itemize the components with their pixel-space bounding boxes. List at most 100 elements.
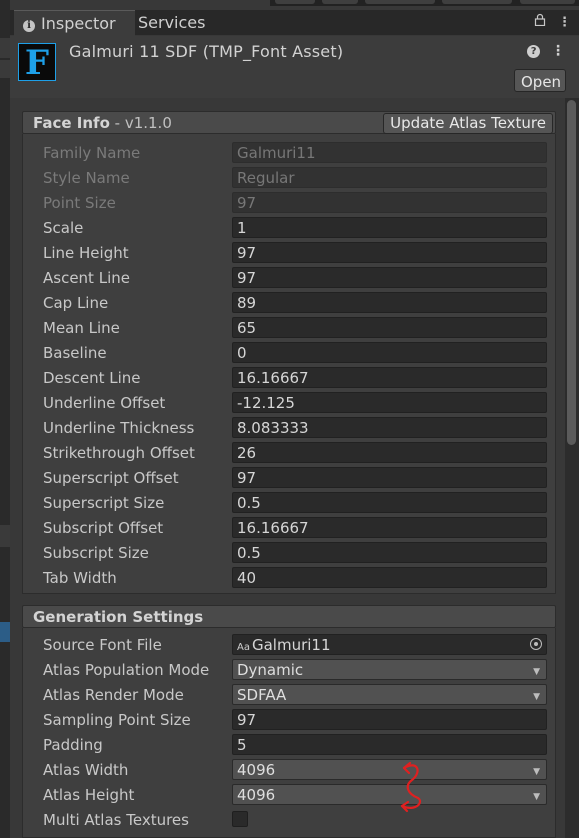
more-icon[interactable]: ⋮: [558, 15, 571, 30]
atlas-render-mode-dropdown[interactable]: SDFAA ▼: [232, 684, 547, 705]
row-subscript-offset: Subscript Offset 16.16667: [43, 517, 547, 539]
field-label: Ascent Line: [43, 269, 130, 287]
more-icon[interactable]: ⋮: [551, 43, 565, 59]
row-subscript-size: Subscript Size 0.5: [43, 542, 547, 564]
point-size-field: 97: [232, 192, 547, 213]
field-label: Tab Width: [43, 569, 117, 587]
asset-header: F Galmuri 11 SDF (TMP_Font Asset) ? ⋮ Op…: [10, 36, 579, 98]
object-picker-icon[interactable]: [530, 638, 542, 650]
row-source-font-file: Source Font File Aa Galmuri11: [43, 634, 547, 656]
field-label: Atlas Population Mode: [43, 661, 210, 679]
row-descent-line: Descent Line 16.16667: [43, 367, 547, 389]
subscript-size-field[interactable]: 0.5: [232, 542, 547, 563]
mean-line-field[interactable]: 65: [232, 317, 547, 338]
line-height-field[interactable]: 97: [232, 242, 547, 263]
generation-settings-header[interactable]: Generation Settings: [22, 605, 556, 628]
field-label: Family Name: [43, 144, 141, 162]
tab-label: Inspector: [41, 14, 116, 33]
font-asset-icon: F: [18, 43, 56, 82]
padding-field[interactable]: 5: [232, 734, 547, 755]
atlas-population-mode-dropdown[interactable]: Dynamic ▼: [232, 659, 547, 680]
row-baseline: Baseline 0: [43, 342, 547, 364]
descent-line-field[interactable]: 16.16667: [232, 367, 547, 388]
field-label: Source Font File: [43, 636, 162, 654]
left-panel-row: [0, 60, 10, 78]
object-value: Galmuri11: [251, 636, 331, 654]
tab-width-field[interactable]: 40: [232, 567, 547, 588]
source-font-file-field[interactable]: Aa Galmuri11: [232, 634, 547, 655]
superscript-offset-field[interactable]: 97: [232, 467, 547, 488]
swap-arrow-annotation: [400, 761, 422, 813]
left-panel-edge: [0, 0, 10, 838]
help-icon[interactable]: ?: [527, 45, 541, 58]
sampling-point-size-field[interactable]: 97: [232, 709, 547, 730]
field-label: Mean Line: [43, 319, 120, 337]
field-label: Point Size: [43, 194, 116, 212]
field-label: Padding: [43, 736, 103, 754]
field-label: Subscript Offset: [43, 519, 164, 537]
row-strikethrough-offset: Strikethrough Offset 26: [43, 442, 547, 464]
vertical-scrollbar[interactable]: [565, 98, 579, 838]
atlas-width-dropdown[interactable]: 4096 ▼: [232, 759, 547, 780]
field-label: Subscript Size: [43, 544, 149, 562]
underline-thickness-field[interactable]: 8.083333: [232, 417, 547, 438]
left-panel-selection: [0, 622, 10, 642]
lock-icon[interactable]: [534, 13, 550, 30]
family-name-field: Galmuri11: [232, 142, 547, 163]
field-label: Superscript Offset: [43, 469, 179, 487]
field-label: Atlas Render Mode: [43, 686, 184, 704]
update-atlas-texture-button[interactable]: Update Atlas Texture: [383, 113, 553, 134]
row-atlas-height: Atlas Height 4096 ▼: [43, 784, 547, 806]
row-point-size: Point Size 97: [43, 192, 547, 214]
dropdown-arrow-icon: ▼: [533, 692, 540, 702]
row-atlas-render-mode: Atlas Render Mode SDFAA ▼: [43, 684, 547, 706]
superscript-size-field[interactable]: 0.5: [232, 492, 547, 513]
cap-line-field[interactable]: 89: [232, 292, 547, 313]
dropdown-arrow-icon: ▼: [533, 767, 540, 777]
row-superscript-size: Superscript Size 0.5: [43, 492, 547, 514]
row-ascent-line: Ascent Line 97: [43, 267, 547, 289]
row-tab-width: Tab Width 40: [43, 567, 547, 589]
face-info-header[interactable]: Face Info - v1.1.0 Update Atlas Texture: [22, 111, 556, 134]
row-scale: Scale 1: [43, 217, 547, 239]
atlas-height-dropdown[interactable]: 4096 ▼: [232, 784, 547, 805]
field-label: Sampling Point Size: [43, 711, 191, 729]
open-button[interactable]: Open: [514, 69, 566, 92]
subscript-offset-field[interactable]: 16.16667: [232, 517, 547, 538]
ascent-line-field[interactable]: 97: [232, 267, 547, 288]
header-icons: ? ⋮: [527, 43, 565, 59]
baseline-field[interactable]: 0: [232, 342, 547, 363]
dropdown-value: Dynamic: [237, 661, 304, 679]
row-multi-atlas-textures: Multi Atlas Textures: [43, 809, 547, 831]
field-label: Line Height: [43, 244, 129, 262]
strikethrough-offset-field[interactable]: 26: [232, 442, 547, 463]
field-label: Descent Line: [43, 369, 141, 387]
dropdown-value: 4096: [237, 761, 276, 779]
field-label: Cap Line: [43, 294, 109, 312]
scrollbar-thumb[interactable]: [567, 100, 576, 445]
row-atlas-population-mode: Atlas Population Mode Dynamic ▼: [43, 659, 547, 681]
scale-field[interactable]: 1: [232, 217, 547, 238]
left-panel-row: [0, 38, 10, 58]
info-icon: i: [23, 20, 35, 32]
field-label: Superscript Size: [43, 494, 165, 512]
top-toolbar-edge: [270, 0, 579, 6]
section-title: Generation Settings: [33, 608, 204, 626]
dropdown-arrow-icon: ▼: [533, 667, 540, 677]
row-underline-offset: Underline Offset -12.125: [43, 392, 547, 414]
tab-label: Services: [138, 13, 206, 32]
tab-bar: i Inspector Services ⋮: [10, 10, 579, 36]
tab-controls: ⋮: [534, 10, 571, 35]
field-label: Scale: [43, 219, 84, 237]
row-padding: Padding 5: [43, 734, 547, 756]
left-panel-row: [0, 525, 10, 547]
underline-offset-field[interactable]: -12.125: [232, 392, 547, 413]
field-label: Style Name: [43, 169, 130, 187]
tab-services[interactable]: Services: [138, 10, 238, 35]
tab-inspector[interactable]: i Inspector: [14, 10, 135, 36]
row-cap-line: Cap Line 89: [43, 292, 547, 314]
multi-atlas-textures-checkbox[interactable]: [232, 811, 248, 827]
field-label: Strikethrough Offset: [43, 444, 195, 462]
row-underline-thickness: Underline Thickness 8.083333: [43, 417, 547, 439]
row-mean-line: Mean Line 65: [43, 317, 547, 339]
